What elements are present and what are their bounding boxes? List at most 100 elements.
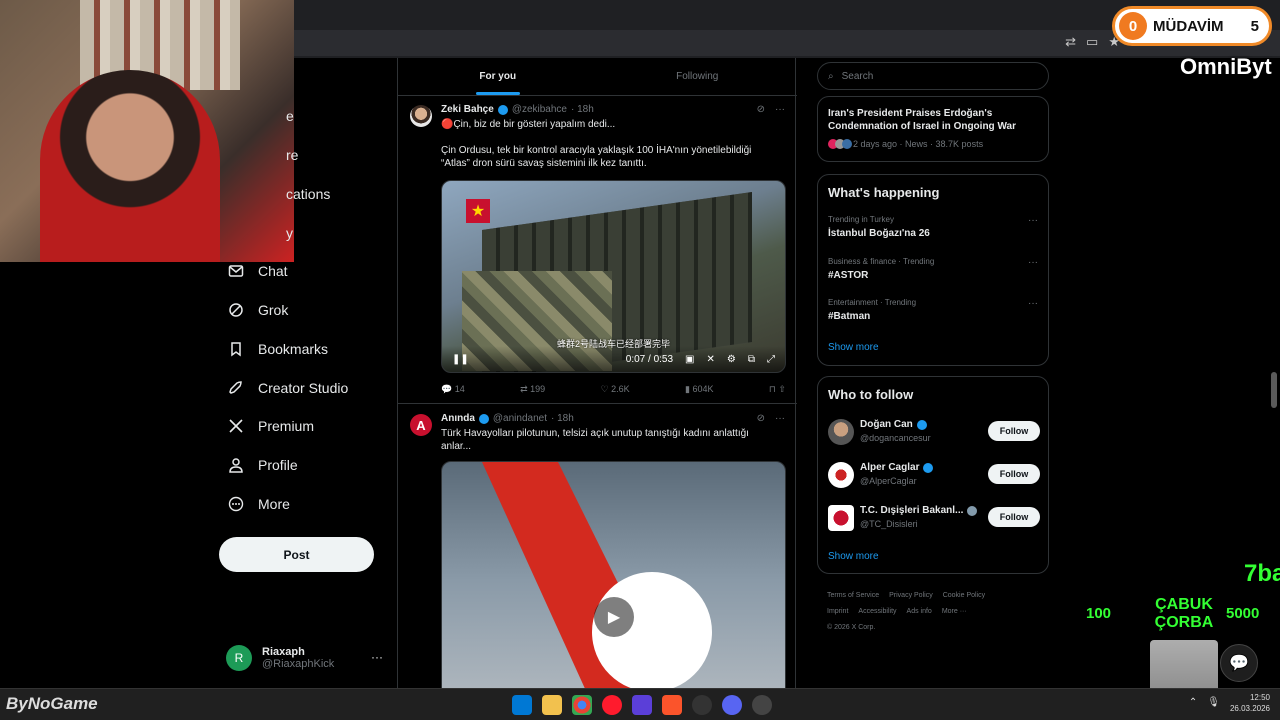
nav-item-grok[interactable]: Grok <box>228 298 288 322</box>
sponsor-watermark: ByNoGame <box>6 694 98 713</box>
chrome-icon[interactable] <box>572 695 592 715</box>
account-more-icon[interactable]: ··· <box>371 650 383 664</box>
timeline: For you Following Zeki Bahçe @zekibahce … <box>397 58 798 701</box>
fullscreen-icon[interactable]: ⤢ <box>767 354 775 365</box>
trend-name: #Batman <box>828 311 871 322</box>
nav-item-chat[interactable]: Chat <box>228 259 288 283</box>
tweet-video[interactable]: ★ 蜂群2号陆战车已经部署完毕 ❚❚ 0:07 / 0:53 ▣ ✕ ⚙ ⧉ ⤢ <box>441 180 786 373</box>
footer-link[interactable]: Imprint <box>827 608 848 615</box>
like-button[interactable]: ♡ 2.6K <box>601 384 630 395</box>
play-icon[interactable]: ▶ <box>594 597 634 637</box>
tweet[interactable]: A Anında @anindanet · 18h ⊘ ··· Türk Hav… <box>398 405 797 701</box>
footer-link[interactable]: More ··· <box>942 608 967 615</box>
author-handle[interactable]: @zekibahce <box>512 104 567 115</box>
views-button[interactable]: ▮ 604K <box>685 384 713 395</box>
footer-link[interactable]: Accessibility <box>858 608 896 615</box>
opera-icon[interactable] <box>602 695 622 715</box>
trend-item[interactable]: Trending in Turkey İstanbul Boğazı'na 26… <box>828 215 1038 239</box>
tab-following[interactable]: Following <box>598 58 798 95</box>
trend-item[interactable]: Business & finance · Trending #ASTOR ··· <box>828 257 1038 281</box>
discord-icon[interactable] <box>722 695 742 715</box>
nav-item-creator-studio[interactable]: Creator Studio <box>228 376 348 400</box>
follow-button[interactable]: Follow <box>988 464 1040 484</box>
follow-suggestion[interactable]: Alper Caglar @AlperCaglar Follow <box>828 460 1040 490</box>
badge-count: 5 <box>1250 17 1259 35</box>
follow-suggestion[interactable]: T.C. Dışişleri Bakanl... @TC_Disisleri F… <box>828 503 1040 533</box>
chat-icon[interactable]: 💬 <box>1220 644 1258 682</box>
tweet-video[interactable]: ▶ <box>441 461 786 701</box>
cast-icon[interactable]: ▭ <box>1086 34 1098 50</box>
chevron-up-icon[interactable]: ⌃ <box>1189 697 1197 708</box>
post-button[interactable]: Post <box>219 537 374 572</box>
nav-item-profile[interactable]: Profile <box>228 453 298 477</box>
tweet-time[interactable]: · 18h <box>571 104 594 115</box>
overlay-count: 100 <box>1086 605 1112 622</box>
captions-icon[interactable]: ▣ <box>685 354 694 365</box>
avatar[interactable] <box>828 419 854 445</box>
footer-link[interactable]: Terms of Service <box>827 592 879 599</box>
nav-item-home[interactable]: e <box>286 104 294 128</box>
more-icon[interactable]: ··· <box>775 413 785 424</box>
nav-item-premium[interactable]: Premium <box>228 414 314 438</box>
more-icon[interactable]: ··· <box>775 104 785 115</box>
author-name[interactable]: Zeki Bahçe <box>441 104 494 115</box>
grok-icon[interactable]: ⊘ <box>757 104 765 115</box>
mute-icon[interactable]: ✕ <box>707 354 715 365</box>
more-icon[interactable]: ··· <box>1028 298 1038 309</box>
reply-count: 14 <box>454 384 465 394</box>
trend-item[interactable]: Entertainment · Trending #Batman ··· <box>828 298 1038 322</box>
news-card[interactable]: Iran's President Praises Erdoğan's Conde… <box>817 96 1049 162</box>
avatar[interactable] <box>828 505 854 531</box>
settings-icon[interactable]: ⚙ <box>727 354 736 365</box>
follow-button[interactable]: Follow <box>988 421 1040 441</box>
author-handle[interactable]: @anindanet <box>493 413 547 424</box>
tweet-time[interactable]: · 18h <box>551 413 574 424</box>
chatgpt-icon[interactable] <box>692 695 712 715</box>
author-name[interactable]: Anında <box>441 413 475 424</box>
brave-icon[interactable] <box>662 695 682 715</box>
reply-button[interactable]: 💬 14 <box>441 384 465 395</box>
tweet-text: Türk Havayolları pilotunun, telsizi açık… <box>441 428 749 452</box>
nav-item-explore[interactable]: re <box>286 143 298 167</box>
account-switcher[interactable]: R Riaxaph @RiaxaphKick <box>226 645 334 671</box>
avatar[interactable]: A <box>410 414 432 436</box>
explorer-icon[interactable] <box>542 695 562 715</box>
footer-link[interactable]: Cookie Policy <box>943 592 985 599</box>
tweet-actions: 💬 14 ⇄ 199 ♡ 2.6K ▮ 604K ⊓ ⇧ <box>441 384 786 395</box>
settings-icon[interactable] <box>752 695 772 715</box>
show-more-link[interactable]: Show more <box>828 551 879 562</box>
tweet[interactable]: Zeki Bahçe @zekibahce · 18h ⊘ ··· 🔴Çin, … <box>398 96 797 404</box>
pause-icon[interactable]: ❚❚ <box>452 354 469 365</box>
app-icon[interactable] <box>632 695 652 715</box>
more-icon[interactable]: ··· <box>1028 215 1038 226</box>
page-scrollbar[interactable] <box>1271 372 1277 408</box>
bookmark-share[interactable]: ⊓ ⇧ <box>769 384 786 395</box>
user-handle: @dogancancesur <box>860 433 931 443</box>
repost-button[interactable]: ⇄ 199 <box>520 384 545 395</box>
nav-label: cations <box>286 186 331 202</box>
follow-suggestion[interactable]: Doğan Can @dogancancesur Follow <box>828 417 1040 447</box>
more-icon[interactable]: ··· <box>1028 257 1038 268</box>
follow-button[interactable]: Follow <box>988 507 1040 527</box>
mic-icon[interactable]: 🎙 <box>1207 697 1220 708</box>
user-name-text: Doğan Can <box>860 419 913 430</box>
translate-icon[interactable]: ⇄ <box>1065 34 1076 50</box>
grok-icon[interactable]: ⊘ <box>757 413 765 424</box>
nav-item-notifications[interactable]: cations <box>286 182 330 206</box>
tab-for-you[interactable]: For you <box>398 58 598 95</box>
search-input[interactable]: ⌕ Search <box>817 62 1049 90</box>
start-icon[interactable] <box>512 695 532 715</box>
user-handle: @AlperCaglar <box>860 476 917 486</box>
footer-link[interactable]: Privacy Policy <box>889 592 933 599</box>
whats-happening: What's happening Trending in Turkey İsta… <box>817 174 1049 366</box>
nav-item-bookmarks[interactable]: Bookmarks <box>228 337 328 361</box>
avatar[interactable] <box>410 105 432 127</box>
footer-link[interactable]: Ads info <box>907 608 932 615</box>
copyright: © 2026 X Corp. <box>827 624 876 631</box>
pip-icon[interactable]: ⧉ <box>748 354 755 365</box>
show-more-link[interactable]: Show more <box>828 342 879 353</box>
nav-item-more[interactable]: More <box>228 492 290 516</box>
nav-item-messages[interactable]: y <box>286 221 293 245</box>
clock[interactable]: 12:50 26.03.2026 <box>1230 692 1270 714</box>
avatar[interactable] <box>828 462 854 488</box>
